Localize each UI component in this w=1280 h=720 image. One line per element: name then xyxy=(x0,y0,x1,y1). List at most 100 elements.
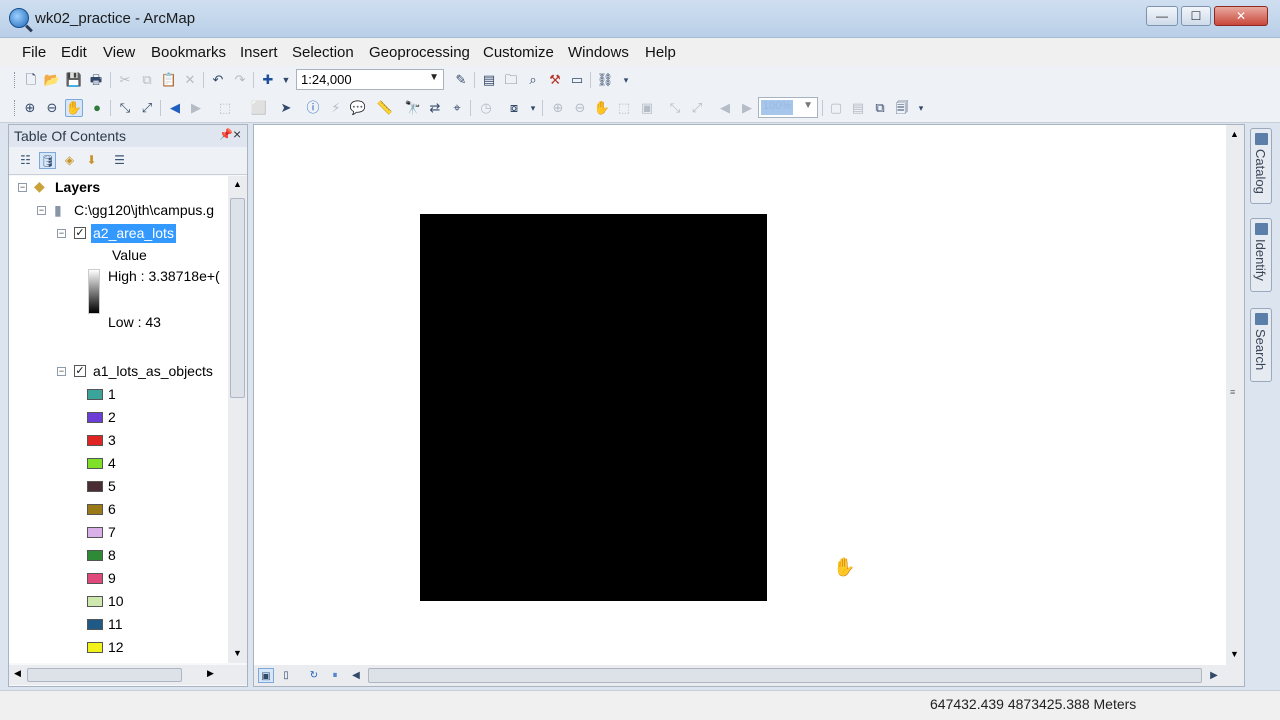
legend-class-item[interactable]: 1 xyxy=(9,385,228,405)
layout-zoom-combo[interactable]: 100% ▼ xyxy=(758,97,818,118)
toc-vertical-scrollbar[interactable]: ▲ ▼ xyxy=(228,176,247,663)
toolbar-grip[interactable] xyxy=(14,72,17,88)
identify-icon[interactable]: ⓘ xyxy=(304,99,322,117)
legend-class-item[interactable]: 7 xyxy=(9,523,228,543)
create-viewer-window-icon[interactable]: ⧇ xyxy=(505,99,523,117)
paste-icon[interactable]: 📋 xyxy=(160,71,178,89)
layout-fixed-zoom-in-icon[interactable]: ⤡ xyxy=(666,99,684,117)
toc-vertical-scroll-thumb[interactable] xyxy=(230,198,245,398)
layout-fixed-zoom-out-icon[interactable]: ⤢ xyxy=(688,99,706,117)
delete-icon[interactable]: ✕ xyxy=(181,71,199,89)
menu-bookmarks[interactable]: Bookmarks xyxy=(151,44,226,61)
menu-help[interactable]: Help xyxy=(645,44,676,61)
html-popup-icon[interactable]: 💬 xyxy=(349,99,367,117)
data-view-icon[interactable]: ▣ xyxy=(258,668,274,683)
layout-zoom-in-icon[interactable]: ⊕ xyxy=(549,99,567,117)
layout-view-icon[interactable]: ▯ xyxy=(278,668,294,683)
pause-drawing-icon[interactable]: ⏸ xyxy=(327,668,343,683)
legend-class-swatch[interactable] xyxy=(87,596,103,607)
minimize-button[interactable]: — xyxy=(1146,6,1178,26)
layer-visibility-checkbox[interactable]: ✓ xyxy=(74,227,86,239)
time-slider-icon[interactable]: ◷ xyxy=(477,99,495,117)
find-icon[interactable]: 🔭 xyxy=(404,99,422,117)
tree-node-vector-layer[interactable]: − ✓ a1_lots_as_objects xyxy=(9,362,228,382)
cut-icon[interactable]: ✂ xyxy=(116,71,134,89)
close-icon[interactable]: × xyxy=(233,126,241,142)
tree-node-raster-layer[interactable]: − ✓ a2_area_lots xyxy=(9,224,228,244)
legend-class-swatch[interactable] xyxy=(87,550,103,561)
new-document-icon[interactable]: 🗋 xyxy=(22,71,40,89)
undo-icon[interactable]: ↶ xyxy=(209,71,227,89)
zoom-in-icon[interactable]: ⊕ xyxy=(21,99,39,117)
menu-geoprocessing[interactable]: Geoprocessing xyxy=(369,44,470,61)
toolbar-options-icon[interactable]: ▾ xyxy=(912,99,930,117)
collapse-icon[interactable]: − xyxy=(37,206,46,215)
chevron-down-icon[interactable]: ▼ xyxy=(803,100,813,111)
refresh-icon[interactable]: ↻ xyxy=(306,668,322,683)
toc-horizontal-scroll-thumb[interactable] xyxy=(27,668,182,682)
scroll-up-icon[interactable]: ▲ xyxy=(233,179,242,189)
close-button[interactable]: ✕ xyxy=(1214,6,1268,26)
toggle-draft-mode-icon[interactable]: ▢ xyxy=(827,99,845,117)
scroll-left-icon[interactable]: ◀ xyxy=(348,668,364,683)
legend-class-swatch[interactable] xyxy=(87,527,103,538)
legend-class-swatch[interactable] xyxy=(87,642,103,653)
fixed-zoom-in-icon[interactable]: ⤡ xyxy=(116,99,134,117)
menu-windows[interactable]: Windows xyxy=(568,44,629,61)
legend-class-swatch[interactable] xyxy=(87,435,103,446)
scroll-down-icon[interactable]: ▼ xyxy=(1230,649,1239,659)
layer-visibility-checkbox[interactable]: ✓ xyxy=(74,365,86,377)
vector-layer-name[interactable]: a1_lots_as_objects xyxy=(93,363,213,379)
open-folder-icon[interactable]: 📂 xyxy=(43,71,61,89)
toolbar-grip[interactable] xyxy=(14,100,17,116)
legend-class-item[interactable]: 12 xyxy=(9,638,228,658)
zoom-out-icon[interactable]: ⊖ xyxy=(43,99,61,117)
menu-insert[interactable]: Insert xyxy=(240,44,278,61)
select-elements-icon[interactable]: ➤ xyxy=(277,99,295,117)
menu-file[interactable]: File xyxy=(22,44,46,61)
layout-back-icon[interactable]: ◀ xyxy=(716,99,734,117)
python-window-icon[interactable]: ▭ xyxy=(568,71,586,89)
chevron-down-icon[interactable]: ▼ xyxy=(429,72,439,83)
zoom-100-icon[interactable]: ▣ xyxy=(638,99,656,117)
layout-pan-icon[interactable]: ✋ xyxy=(593,99,611,117)
legend-class-item[interactable]: 11 xyxy=(9,615,228,635)
modelbuilder-icon[interactable]: ⛓ xyxy=(596,71,614,89)
focus-data-frame-icon[interactable]: ▤ xyxy=(849,99,867,117)
legend-class-item[interactable]: 10 xyxy=(9,592,228,612)
tree-node-workspace[interactable]: − ▮ C:\gg120\jth\campus.g xyxy=(9,201,228,221)
back-extent-icon[interactable]: ◀ xyxy=(166,99,184,117)
redo-icon[interactable]: ↷ xyxy=(231,71,249,89)
map-horizontal-scroll-thumb[interactable] xyxy=(368,668,1202,683)
scroll-up-icon[interactable]: ▲ xyxy=(1230,129,1239,139)
legend-class-swatch[interactable] xyxy=(87,504,103,515)
menu-selection[interactable]: Selection xyxy=(292,44,354,61)
arctoolbox-icon[interactable]: ⚒ xyxy=(546,71,564,89)
pin-icon[interactable]: 📌 xyxy=(219,128,233,141)
print-icon[interactable]: 🖶 xyxy=(87,71,105,89)
legend-class-swatch[interactable] xyxy=(87,619,103,630)
catalog-window-icon[interactable]: 🗀 xyxy=(502,71,520,89)
legend-class-item[interactable]: 6 xyxy=(9,500,228,520)
find-route-icon[interactable]: ⇄ xyxy=(426,99,444,117)
layout-zoom-out-icon[interactable]: ⊖ xyxy=(571,99,589,117)
forward-extent-icon[interactable]: ▶ xyxy=(187,99,205,117)
full-extent-icon[interactable]: ● xyxy=(88,99,106,117)
fixed-zoom-out-icon[interactable]: ⤢ xyxy=(138,99,156,117)
clear-selection-icon[interactable]: ⬜ xyxy=(250,99,268,117)
zoom-whole-page-icon[interactable]: ⬚ xyxy=(615,99,633,117)
legend-class-swatch[interactable] xyxy=(87,481,103,492)
menu-edit[interactable]: Edit xyxy=(61,44,87,61)
raster-layer-name[interactable]: a2_area_lots xyxy=(91,224,176,243)
editor-toolbar-icon[interactable]: ✎ xyxy=(452,71,470,89)
change-layout-icon[interactable]: ⧉ xyxy=(871,99,889,117)
legend-class-swatch[interactable] xyxy=(87,573,103,584)
pan-icon[interactable]: ✋ xyxy=(65,99,83,117)
list-by-selection-icon[interactable]: ⬇ xyxy=(83,152,100,169)
select-features-icon[interactable]: ⬚ xyxy=(216,99,234,117)
maximize-button[interactable]: ☐ xyxy=(1181,6,1211,26)
map-view[interactable]: ✋ ▲ ≡ ▼ ▣ ▯ ↻ ⏸ ◀ ▶ xyxy=(253,124,1245,687)
copy-icon[interactable]: ⧉ xyxy=(138,71,156,89)
legend-class-swatch[interactable] xyxy=(87,412,103,423)
collapse-icon[interactable]: − xyxy=(18,183,27,192)
